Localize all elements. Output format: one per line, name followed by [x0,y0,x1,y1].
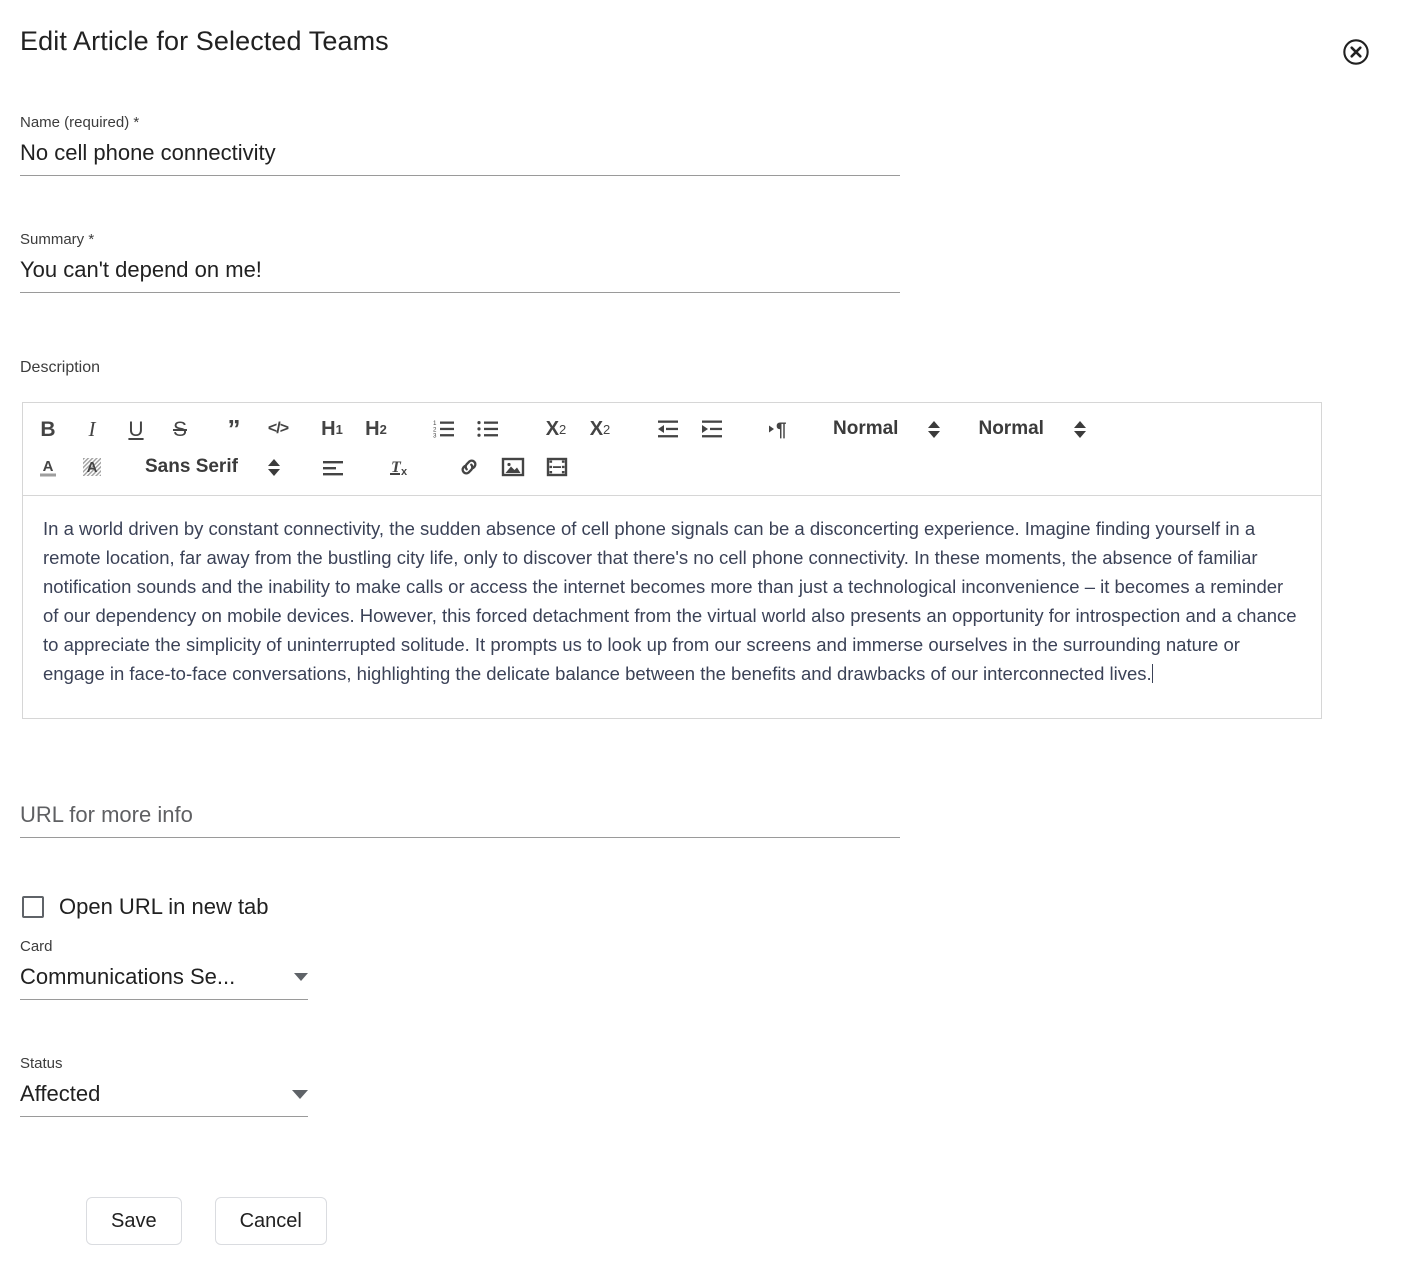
description-text: In a world driven by constant connectivi… [43,518,1297,684]
name-label: Name (required) * [20,114,140,131]
indent-icon[interactable] [697,414,727,444]
size-select[interactable]: Normal [833,414,941,444]
open-url-new-tab-checkbox[interactable]: Open URL in new tab [22,894,269,920]
heading-2-icon[interactable]: H2 [361,414,391,444]
status-field: Status Affected [20,1055,308,1117]
card-label: Card [20,938,53,955]
clear-format-icon[interactable]: T x [386,452,416,482]
url-field: URL for more info [20,800,900,838]
superscript-icon[interactable]: X2 [585,414,615,444]
text-caret [1151,664,1154,683]
open-url-new-tab-label: Open URL in new tab [59,894,269,919]
align-icon[interactable] [318,452,348,482]
status-select-value: Affected [20,1081,101,1106]
video-icon[interactable] [542,452,572,482]
save-button[interactable]: Save [86,1197,182,1245]
highlight-color-icon[interactable]: A [77,452,107,482]
svg-text:3: 3 [433,433,437,439]
name-input[interactable]: No cell phone connectivity [20,138,900,176]
svg-text:A: A [43,458,54,475]
strikethrough-icon[interactable]: S [165,414,195,444]
name-field: Name (required) * No cell phone connecti… [20,114,900,176]
image-icon[interactable] [498,452,528,482]
toolbar-row-2: A A Sans Serif T x [33,448,1311,486]
svg-text:¶: ¶ [776,420,787,439]
checkbox-box[interactable] [22,896,44,918]
italic-icon[interactable]: I [77,414,107,444]
description-label: Description [20,359,101,376]
chevron-down-icon [294,973,308,981]
editor-toolbar: B I U S ” </> H1 H2 1 2 3 X 2 X 2 ¶ Norm… [23,403,1321,496]
card-field: Card Communications Se... [20,938,308,1000]
chevron-down-icon [292,1089,308,1099]
text-direction-icon[interactable]: ¶ [765,414,795,444]
toolbar-row-1: B I U S ” </> H1 H2 1 2 3 X 2 X 2 ¶ Norm… [33,410,1311,448]
dialog-actions: Save Cancel [86,1197,327,1245]
size-select-label: Normal [833,418,899,439]
blockquote-icon[interactable]: ” [219,414,249,444]
card-select-value: Communications Se... [20,964,236,989]
svg-text:x: x [401,466,408,478]
status-label: Status [20,1055,63,1072]
code-block-icon[interactable]: </> [263,414,293,444]
font-select-label: Sans Serif [145,456,238,477]
chevron-updown-icon [928,420,941,438]
link-icon[interactable] [454,452,484,482]
summary-label: Summary * [20,231,95,248]
font-color-icon[interactable]: A [33,452,63,482]
summary-field: Summary * You can't depend on me! [20,231,900,293]
close-icon[interactable] [1342,38,1370,66]
font-select[interactable]: Sans Serif [145,452,280,482]
page-title: Edit Article for Selected Teams [20,26,389,56]
chevron-updown-icon [1073,420,1086,438]
edit-article-dialog: Edit Article for Selected Teams Name (re… [0,0,1404,1284]
svg-text:A: A [87,459,98,476]
outdent-icon[interactable] [653,414,683,444]
description-editor: B I U S ” </> H1 H2 1 2 3 X 2 X 2 ¶ Norm… [22,402,1322,719]
status-select[interactable]: Affected [20,1079,308,1117]
heading-1-icon[interactable]: H1 [317,414,347,444]
subscript-icon[interactable]: X2 [541,414,571,444]
summary-input[interactable]: You can't depend on me! [20,255,900,293]
description-textarea[interactable]: In a world driven by constant connectivi… [23,496,1321,718]
card-select[interactable]: Communications Se... [20,962,308,1000]
style-select-label: Normal [978,418,1044,439]
url-input[interactable]: URL for more info [20,800,900,838]
cancel-button[interactable]: Cancel [214,1197,327,1245]
style-select[interactable]: Normal [978,414,1086,444]
bullet-list-icon[interactable] [473,414,503,444]
underline-icon[interactable]: U [121,414,151,444]
bold-icon[interactable]: B [33,414,63,444]
chevron-updown-icon [267,458,280,476]
ordered-list-icon[interactable]: 123 [429,414,459,444]
